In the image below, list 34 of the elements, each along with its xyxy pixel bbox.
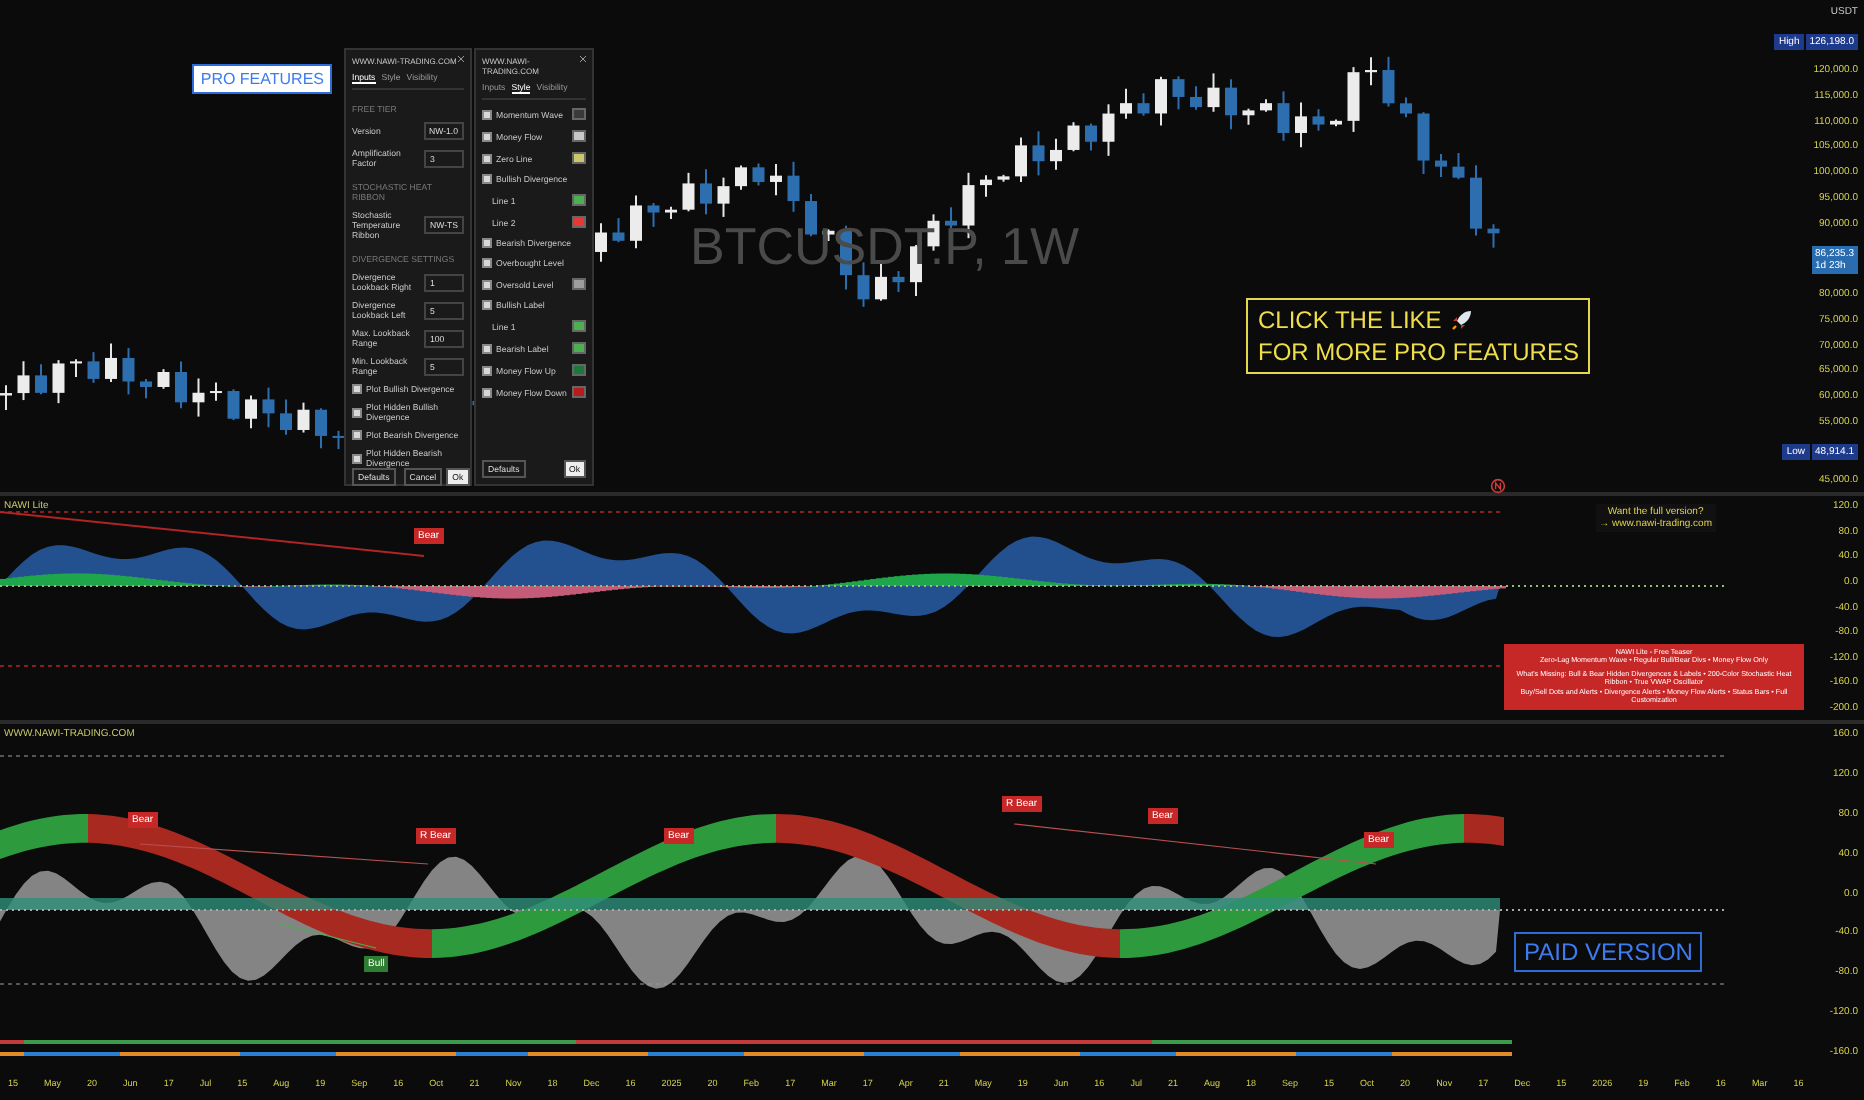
checkbox[interactable]	[482, 174, 492, 184]
checkbox[interactable]	[482, 300, 492, 310]
banner-text: CLICK THE LIKE	[1258, 306, 1442, 334]
close-icon[interactable]	[458, 56, 464, 62]
checkbox[interactable]	[482, 343, 492, 353]
promo-label: PRO FEATURES	[192, 64, 332, 94]
paid-version-badge: PAID VERSION	[1514, 932, 1703, 972]
checkbox[interactable]	[482, 279, 492, 289]
checkbox[interactable]	[482, 365, 492, 375]
color-swatch[interactable]	[572, 386, 586, 398]
checkbox[interactable]	[352, 407, 362, 417]
banner-text: FOR MORE PRO FEATURES	[1258, 338, 1579, 366]
color-swatch[interactable]	[572, 364, 586, 376]
close-icon[interactable]	[580, 56, 586, 62]
color-swatch[interactable]	[572, 216, 586, 228]
color-swatch[interactable]	[572, 152, 586, 164]
color-swatch[interactable]	[572, 108, 586, 120]
color-swatch[interactable]	[572, 278, 586, 290]
checkbox[interactable]	[482, 153, 492, 163]
checkbox[interactable]	[482, 258, 492, 268]
checkbox[interactable]	[352, 384, 362, 394]
color-swatch[interactable]	[572, 320, 586, 332]
rocket-icon	[1449, 308, 1474, 332]
checkbox[interactable]	[482, 387, 492, 397]
event-marker-icon[interactable]	[1490, 478, 1506, 494]
divergence-line	[279, 923, 377, 949]
checkbox[interactable]	[482, 109, 492, 119]
checkbox[interactable]	[352, 430, 362, 440]
color-swatch[interactable]	[572, 194, 586, 206]
checkbox[interactable]	[352, 453, 362, 463]
color-swatch[interactable]	[572, 130, 586, 142]
checkbox[interactable]	[482, 238, 492, 248]
color-swatch[interactable]	[572, 342, 586, 354]
checkbox[interactable]	[482, 131, 492, 141]
